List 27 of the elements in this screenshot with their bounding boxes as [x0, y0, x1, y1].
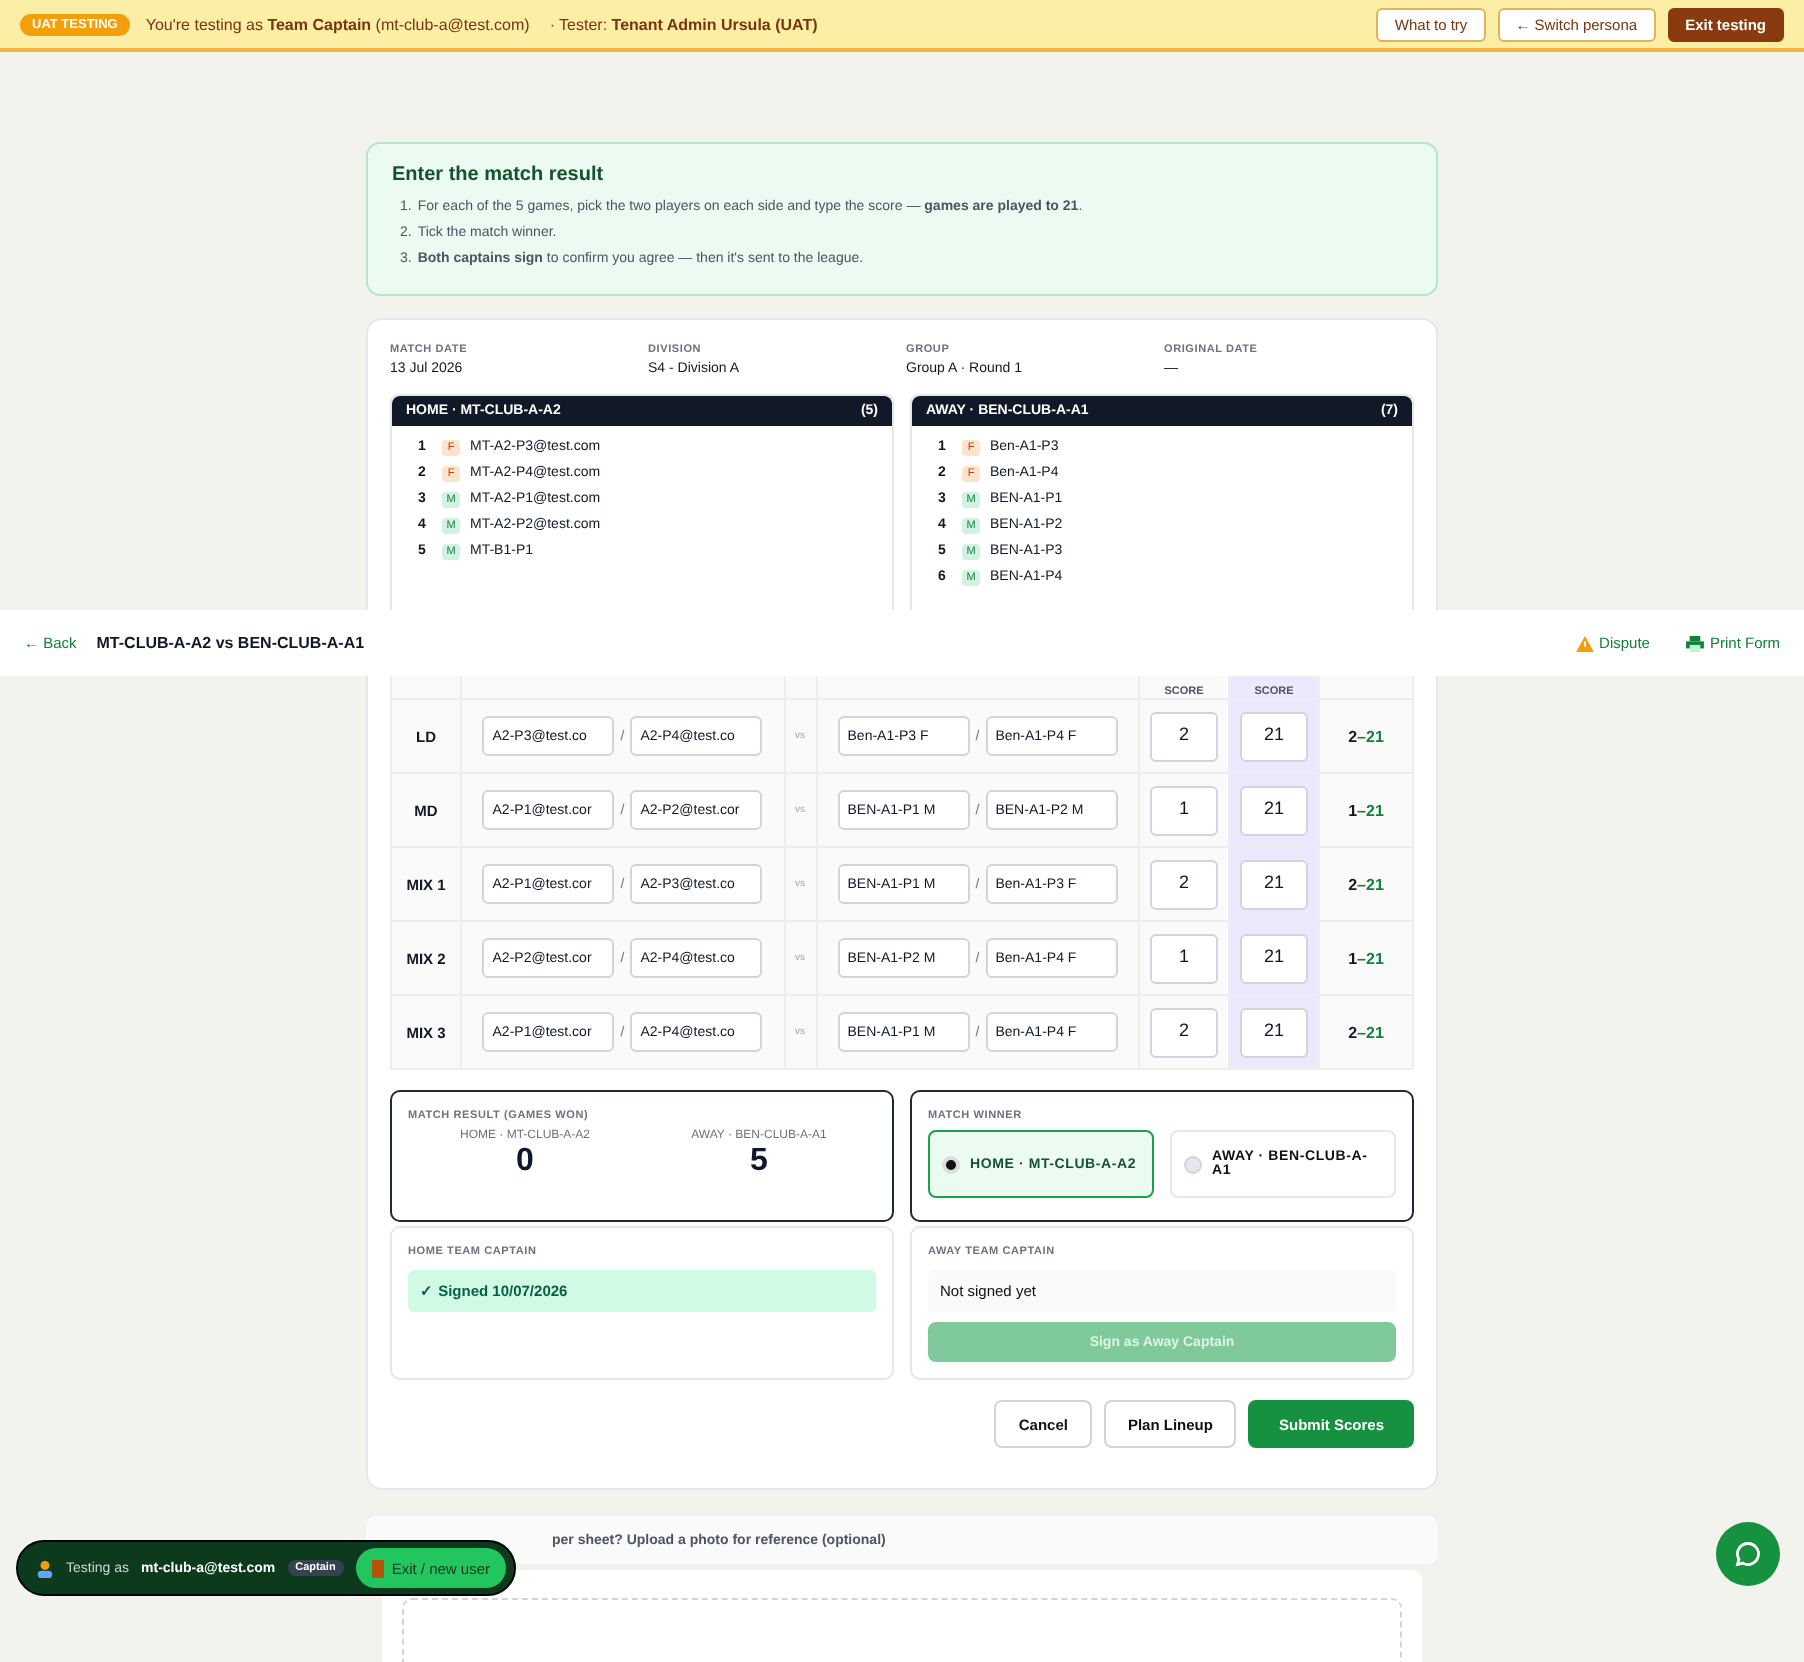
persona-text: You're testing as Team Captain (mt-club-a@test.com): [145, 15, 530, 33]
score-input[interactable]: 21: [1240, 933, 1308, 983]
score-input[interactable]: 21: [1240, 859, 1308, 909]
points-text: 1–21: [1348, 949, 1384, 967]
score-input[interactable]: 21: [1240, 785, 1308, 835]
score-input[interactable]: 21: [1240, 711, 1308, 761]
points-text: 2–21: [1348, 727, 1384, 745]
score-input[interactable]: 2: [1150, 859, 1218, 909]
chat-button[interactable]: [1716, 1522, 1780, 1586]
score-input[interactable]: 1: [1150, 933, 1218, 983]
games-won: 0: [516, 1144, 534, 1180]
warning-icon: [1575, 635, 1594, 651]
match-title: MT-CLUB-A-A2 vs BEN-CLUB-A-A1: [96, 634, 365, 652]
score-input[interactable]: 21: [1240, 1007, 1308, 1057]
points-text: 2–21: [1348, 875, 1384, 893]
tester-text: · Tester: Tenant Admin Ursula (UAT): [549, 15, 818, 33]
user-icon: [36, 1559, 54, 1577]
points-text: 2–21: [1348, 1023, 1384, 1041]
door-icon: [371, 1559, 384, 1577]
instructions-title: Enter the match result: [392, 164, 606, 186]
chat-icon: [1734, 1540, 1762, 1568]
printer-icon: [1685, 635, 1704, 651]
points-text: 1–21: [1348, 801, 1384, 819]
score-input[interactable]: 2: [1150, 711, 1218, 761]
score-input[interactable]: 1: [1150, 785, 1218, 835]
score-input[interactable]: 2: [1150, 1007, 1218, 1057]
games-won: 5: [750, 1144, 768, 1180]
